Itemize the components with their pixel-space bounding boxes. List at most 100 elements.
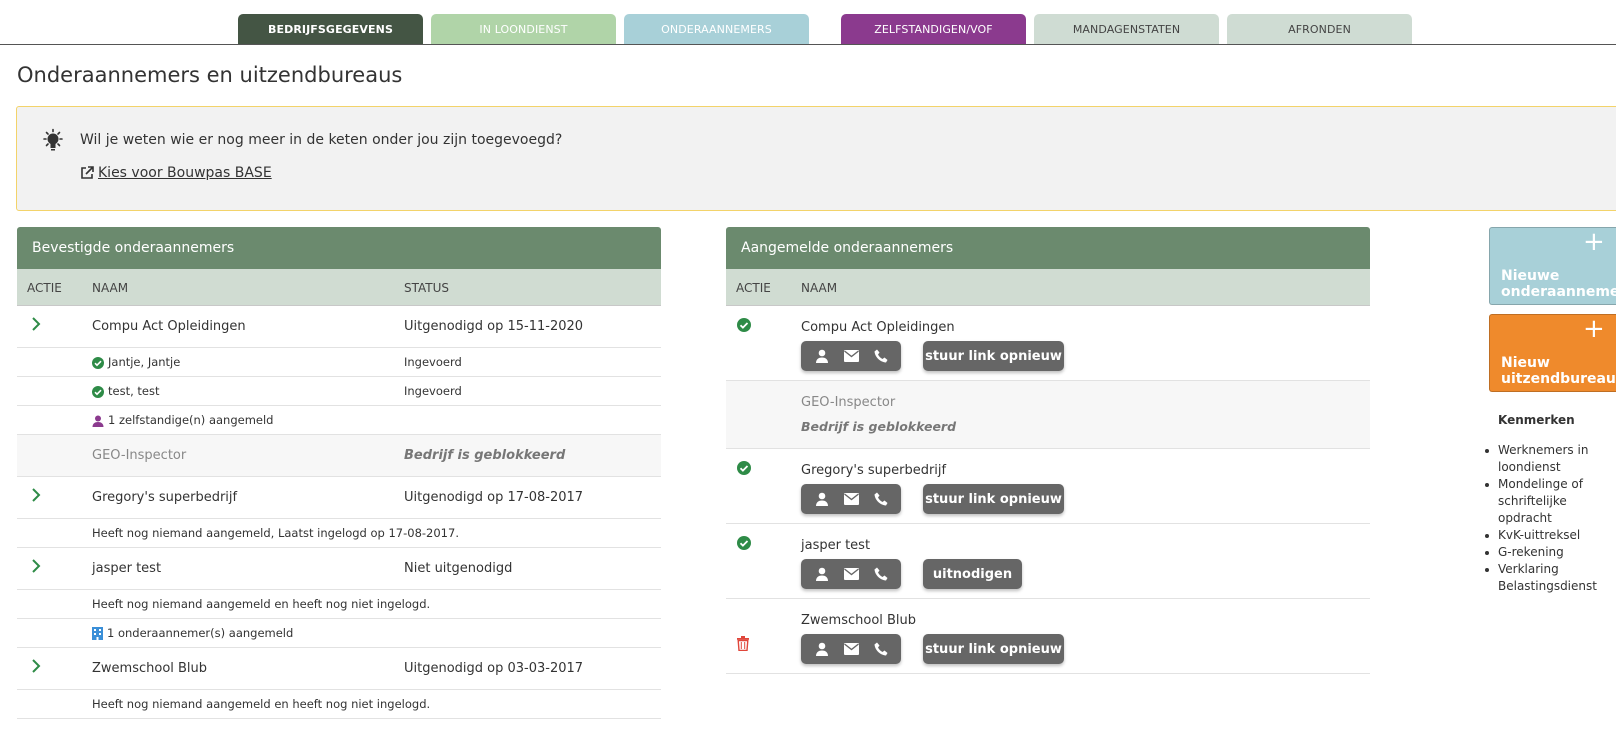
contact-button-group [801, 634, 901, 664]
row-status: Uitgenodigd op 17-08-2017 [404, 490, 584, 505]
row-name: jasper test [92, 561, 162, 576]
check-circle-icon [92, 356, 104, 369]
building-icon [92, 627, 103, 640]
new-agency-button[interactable]: + Nieuw uitzendbureau [1489, 314, 1616, 392]
panel-title: Aangemelde onderaannemers [726, 227, 1370, 269]
new-agency-label: Nieuw uitzendbureau [1501, 355, 1616, 387]
chevron-right-icon[interactable] [31, 316, 41, 335]
tab-afronden[interactable]: Afronden [1227, 14, 1412, 44]
col-naam: NAAM [801, 281, 838, 295]
invite-button[interactable]: uitnodigen [923, 559, 1022, 589]
kenmerken-section: Kenmerken Werknemers in loondienst Monde… [1485, 413, 1616, 595]
row-name: jasper test [801, 538, 871, 553]
phone-icon[interactable] [874, 567, 888, 581]
envelope-icon[interactable] [843, 643, 859, 655]
row-name: Gregory's superbedrijf [92, 490, 238, 505]
kenmerken-title: Kenmerken [1498, 413, 1575, 427]
external-link-icon [81, 166, 94, 179]
check-circle-icon [737, 318, 751, 332]
panel-title: Bevestigde onderaannemers [17, 227, 661, 269]
contact-button-group [801, 559, 901, 589]
sub-info: 1 zelfstandige(n) aangemeld [92, 413, 273, 427]
chevron-right-icon[interactable] [31, 658, 41, 677]
row-name: GEO-Inspector [801, 395, 896, 410]
col-status: STATUS [404, 281, 450, 295]
tab-mandagenstaten[interactable]: Mandagenstaten [1034, 14, 1219, 44]
table-row[interactable]: Gregory's superbedrijf Uitgenodigd op 17… [17, 477, 661, 519]
user-icon[interactable] [815, 642, 829, 656]
page-title: Onderaannemers en uitzendbureaus [17, 63, 403, 87]
table-row[interactable]: Zwemschool Blub Uitgenodigd op 03-03-201… [17, 648, 661, 690]
col-actie: ACTIE [27, 281, 62, 295]
bouwpas-base-link-label[interactable]: Kies voor Bouwpas BASE [98, 165, 272, 181]
row-name: Gregory's superbedrijf [801, 463, 947, 478]
resend-link-button[interactable]: stuur link opnieuw [923, 634, 1064, 664]
row-status: Bedrijf is geblokkeerd [404, 448, 566, 463]
tab-bedrijfsgegevens[interactable]: Bedrijfsgegevens [238, 14, 423, 44]
list-item: Gregory's superbedrijf stuur link opnieu… [726, 449, 1370, 524]
row-name: Zwemschool Blub [801, 613, 917, 628]
list-item: Verklaring Belastingsdienst [1485, 561, 1616, 595]
contact-button-group [801, 341, 901, 371]
registered-subcontractors-panel: Aangemelde onderaannemers ACTIE NAAM Com… [726, 227, 1370, 674]
sub-name: test, test [92, 384, 159, 398]
envelope-icon[interactable] [843, 493, 859, 505]
phone-icon[interactable] [874, 349, 888, 363]
col-naam: NAAM [92, 281, 129, 295]
step-tabs: Bedrijfsgegevens In loondienst Onderaann… [0, 0, 1616, 45]
plus-icon: + [1583, 314, 1605, 344]
new-subcontractor-button[interactable]: + Nieuwe onderaannemer [1489, 227, 1616, 305]
info-text: Wil je weten wie er nog meer in de keten… [80, 132, 563, 148]
tab-onderaannemers[interactable]: Onderaannemers [624, 14, 809, 44]
list-item: jasper test uitnodigen [726, 524, 1370, 599]
table-subrow: Jantje, Jantje Ingevoerd [17, 348, 661, 377]
trash-icon[interactable] [737, 636, 749, 651]
row-status: Niet uitgenodigd [404, 561, 513, 576]
table-row[interactable]: Compu Act Opleidingen Uitgenodigd op 15-… [17, 306, 661, 348]
user-icon [92, 415, 104, 427]
resend-link-button[interactable]: stuur link opnieuw [923, 484, 1064, 514]
row-status: Uitgenodigd op 15-11-2020 [404, 319, 584, 334]
row-name: Compu Act Opleidingen [92, 319, 246, 334]
phone-icon[interactable] [874, 642, 888, 656]
table-subrow: test, test Ingevoerd [17, 377, 661, 406]
row-status: Uitgenodigd op 03-03-2017 [404, 661, 584, 676]
info-box: Wil je weten wie er nog meer in de keten… [16, 106, 1616, 211]
list-item: Werknemers in loondienst [1485, 442, 1616, 476]
user-icon[interactable] [815, 567, 829, 581]
sub-info: Heeft nog niemand aangemeld en heeft nog… [92, 697, 431, 711]
phone-icon[interactable] [874, 492, 888, 506]
bouwpas-base-link[interactable]: Kies voor Bouwpas BASE [80, 165, 272, 181]
sub-status: Ingevoerd [404, 384, 462, 398]
sub-info: 1 onderaannemer(s) aangemeld [92, 626, 293, 640]
lightbulb-icon [43, 128, 63, 151]
user-icon[interactable] [815, 492, 829, 506]
check-circle-icon [737, 536, 751, 550]
tab-in-loondienst[interactable]: In loondienst [431, 14, 616, 44]
row-name: GEO-Inspector [92, 448, 187, 463]
tab-zelfstandigen[interactable]: Zelfstandigen/VOF [841, 14, 1026, 44]
plus-icon: + [1583, 227, 1605, 257]
table-subrow: Heeft nog niemand aangemeld en heeft nog… [17, 690, 661, 719]
envelope-icon[interactable] [843, 568, 859, 580]
table-header: ACTIE NAAM [726, 269, 1370, 306]
new-subcontractor-label: Nieuwe onderaannemer [1501, 268, 1616, 300]
col-actie: ACTIE [736, 281, 771, 295]
sub-name: Jantje, Jantje [92, 355, 180, 369]
table-row[interactable]: jasper test Niet uitgenodigd [17, 548, 661, 590]
row-name: Compu Act Opleidingen [801, 320, 955, 335]
table-header: ACTIE NAAM STATUS [17, 269, 661, 306]
list-item: G-rekening [1485, 544, 1616, 561]
chevron-right-icon[interactable] [31, 487, 41, 506]
user-icon[interactable] [815, 349, 829, 363]
resend-link-button[interactable]: stuur link opnieuw [923, 341, 1064, 371]
contact-button-group [801, 484, 901, 514]
table-subrow: Heeft nog niemand aangemeld en heeft nog… [17, 590, 661, 619]
envelope-icon[interactable] [843, 350, 859, 362]
sub-info: Heeft nog niemand aangemeld en heeft nog… [92, 597, 431, 611]
list-item: Zwemschool Blub stuur link opnieuw [726, 599, 1370, 674]
sub-info: Heeft nog niemand aangemeld, Laatst inge… [92, 526, 459, 540]
table-subrow: Heeft nog niemand aangemeld, Laatst inge… [17, 519, 661, 548]
chevron-right-icon[interactable] [31, 558, 41, 577]
list-item: Mondelinge of schriftelijke opdracht [1485, 476, 1616, 527]
